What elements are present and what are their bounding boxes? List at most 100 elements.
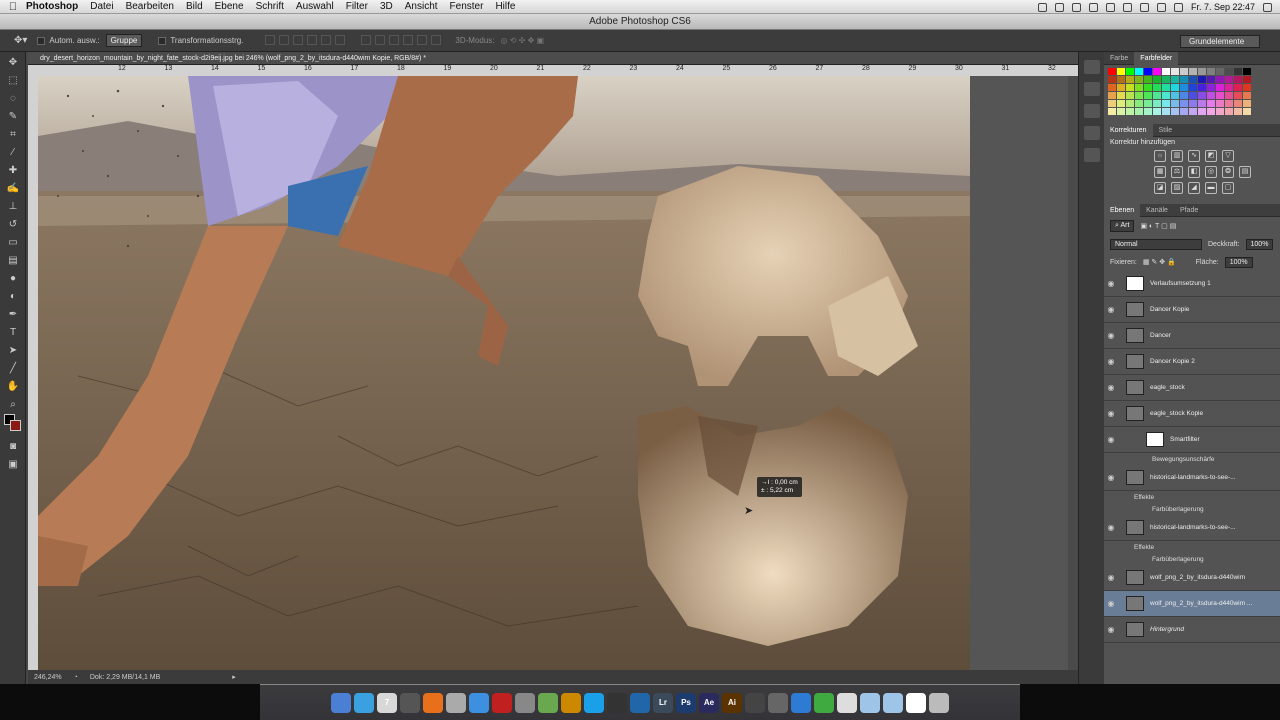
dock-app-icon[interactable] — [860, 692, 880, 713]
swatch[interactable] — [1225, 68, 1233, 75]
layer-row[interactable]: ◉ Verlaufsumsetzung 1 — [1104, 271, 1280, 297]
screen-mode-icon[interactable]: ▣ — [4, 456, 22, 472]
menu-auswahl[interactable]: Auswahl — [296, 1, 334, 12]
visibility-eye-icon[interactable]: ◉ — [1104, 523, 1118, 532]
swatch[interactable] — [1144, 108, 1152, 115]
dock-app-icon[interactable] — [331, 692, 351, 713]
distribute-top-icon[interactable] — [361, 34, 372, 45]
align-bottom-icon[interactable] — [293, 34, 304, 45]
swatch[interactable] — [1234, 68, 1242, 75]
tab-farbfelder[interactable]: Farbfelder — [1134, 51, 1179, 65]
swatch[interactable] — [1216, 68, 1224, 75]
swatch[interactable] — [1126, 92, 1134, 99]
swatch[interactable] — [1207, 108, 1215, 115]
exposure-icon[interactable]: ◩ — [1205, 150, 1217, 162]
swatch[interactable] — [1243, 100, 1251, 107]
swatch[interactable] — [1171, 76, 1179, 83]
layer-effects-label[interactable]: Effekte — [1104, 491, 1280, 503]
swatch[interactable] — [1108, 100, 1116, 107]
document-tab[interactable]: dry_desert_horizon_mountain_by_night_fat… — [28, 52, 1078, 65]
spotlight-icon[interactable] — [1263, 2, 1272, 12]
filter-icons[interactable]: ▣ ◐ T ▢ ▤ — [1140, 222, 1176, 230]
hue-sat-icon[interactable]: ▦ — [1154, 166, 1166, 178]
swatch[interactable] — [1144, 68, 1152, 75]
tab-pfade[interactable]: Pfade — [1174, 207, 1204, 214]
dock-app-icon[interactable] — [515, 692, 535, 713]
swatch[interactable] — [1198, 100, 1206, 107]
swatch[interactable] — [1162, 76, 1170, 83]
history-panel-icon[interactable] — [1084, 60, 1100, 74]
menu-filter[interactable]: Filter — [346, 1, 368, 12]
history-brush-icon[interactable]: ↺ — [4, 216, 22, 232]
swatch[interactable] — [1180, 68, 1188, 75]
visibility-eye-icon[interactable]: ◉ — [1104, 573, 1118, 582]
tab-stile[interactable]: Stile — [1153, 127, 1179, 134]
visibility-eye-icon[interactable]: ◉ — [1104, 625, 1118, 634]
visibility-eye-icon[interactable]: ◉ — [1104, 331, 1118, 340]
lasso-tool-icon[interactable]: ◌ — [4, 90, 22, 106]
stamp-tool-icon[interactable]: ⊥ — [4, 198, 22, 214]
quick-select-tool-icon[interactable]: ✎ — [4, 108, 22, 124]
tab-farbe[interactable]: Farbe — [1104, 55, 1134, 62]
swatch[interactable] — [1225, 76, 1233, 83]
dock-app-icon[interactable] — [768, 692, 788, 713]
swatch[interactable] — [1207, 76, 1215, 83]
menu-schrift[interactable]: Schrift — [256, 1, 284, 12]
screen-icon[interactable] — [1037, 2, 1047, 12]
blur-tool-icon[interactable]: ● — [4, 270, 22, 286]
menu-ebene[interactable]: Ebene — [215, 1, 244, 12]
dock-app-icon[interactable] — [630, 692, 650, 713]
paragraph-panel-icon[interactable] — [1084, 126, 1100, 140]
posterize-icon[interactable]: ▨ — [1171, 182, 1183, 194]
align-left-icon[interactable] — [307, 34, 318, 45]
dock-app-icon[interactable] — [929, 692, 949, 713]
visibility-eye-icon[interactable]: ◉ — [1104, 383, 1118, 392]
shape-tool-icon[interactable]: ╱ — [4, 360, 22, 376]
layer-effects-label[interactable]: Effekte — [1104, 541, 1280, 553]
layer-row[interactable]: ◉ wolf_png_2_by_itsdura-d440wim — [1104, 565, 1280, 591]
hand-tool-icon[interactable]: ✋ — [4, 378, 22, 394]
visibility-eye-icon[interactable]: ◉ — [1104, 473, 1118, 482]
menubar-clock[interactable]: Fr. 7. Sep 22:47 — [1191, 2, 1255, 12]
swatch[interactable] — [1180, 100, 1188, 107]
layer-effect-item[interactable]: Bewegungsunschärfe — [1104, 453, 1280, 465]
swatch[interactable] — [1216, 108, 1224, 115]
visibility-eye-icon[interactable]: ◉ — [1104, 435, 1118, 444]
layer-effect-item[interactable]: Farbüberlagerung — [1104, 553, 1280, 565]
swatch[interactable] — [1126, 108, 1134, 115]
swatch[interactable] — [1225, 100, 1233, 107]
camera-icon[interactable] — [1088, 2, 1098, 12]
swatch[interactable] — [1180, 92, 1188, 99]
menu-hilfe[interactable]: Hilfe — [495, 1, 515, 12]
swatch[interactable] — [1216, 76, 1224, 83]
swatch[interactable] — [1189, 92, 1197, 99]
swatch[interactable] — [1216, 100, 1224, 107]
dock-app-icon[interactable] — [446, 692, 466, 713]
opacity-input[interactable]: 100% — [1245, 238, 1274, 250]
swatch[interactable] — [1126, 68, 1134, 75]
swatch[interactable] — [1216, 84, 1224, 91]
swatch[interactable] — [1189, 68, 1197, 75]
threshold-icon[interactable]: ◢ — [1188, 182, 1200, 194]
levels-icon[interactable]: ▥ — [1171, 150, 1183, 162]
distribute-hcenter-icon[interactable] — [417, 34, 428, 45]
swatch[interactable] — [1117, 84, 1125, 91]
swatch[interactable] — [1162, 100, 1170, 107]
tab-korrekturen[interactable]: Korrekturen — [1104, 123, 1153, 137]
swatch[interactable] — [1234, 108, 1242, 115]
swatch[interactable] — [1108, 68, 1116, 75]
character-panel-icon[interactable] — [1084, 104, 1100, 118]
channel-mixer-icon[interactable]: ❂ — [1222, 166, 1234, 178]
workspace-dropdown[interactable]: Grundelemente — [1180, 35, 1260, 48]
swatch[interactable] — [1198, 76, 1206, 83]
menu-app-name[interactable]: Photoshop — [26, 1, 78, 12]
swatch[interactable] — [1234, 92, 1242, 99]
tab-ebenen[interactable]: Ebenen — [1104, 203, 1141, 217]
battery-icon[interactable] — [1173, 2, 1183, 12]
lock-icons[interactable]: ▦ ✎ ✥ 🔒 — [1143, 258, 1176, 266]
align-hcenter-icon[interactable] — [321, 34, 332, 45]
swatch[interactable] — [1171, 100, 1179, 107]
horizontal-ruler[interactable]: 12 13 14 15 16 17 18 19 20 21 22 23 24 25 26 27 28 29 30 31… — [38, 65, 1102, 76]
swatch[interactable] — [1189, 76, 1197, 83]
distribute-bottom-icon[interactable] — [389, 34, 400, 45]
